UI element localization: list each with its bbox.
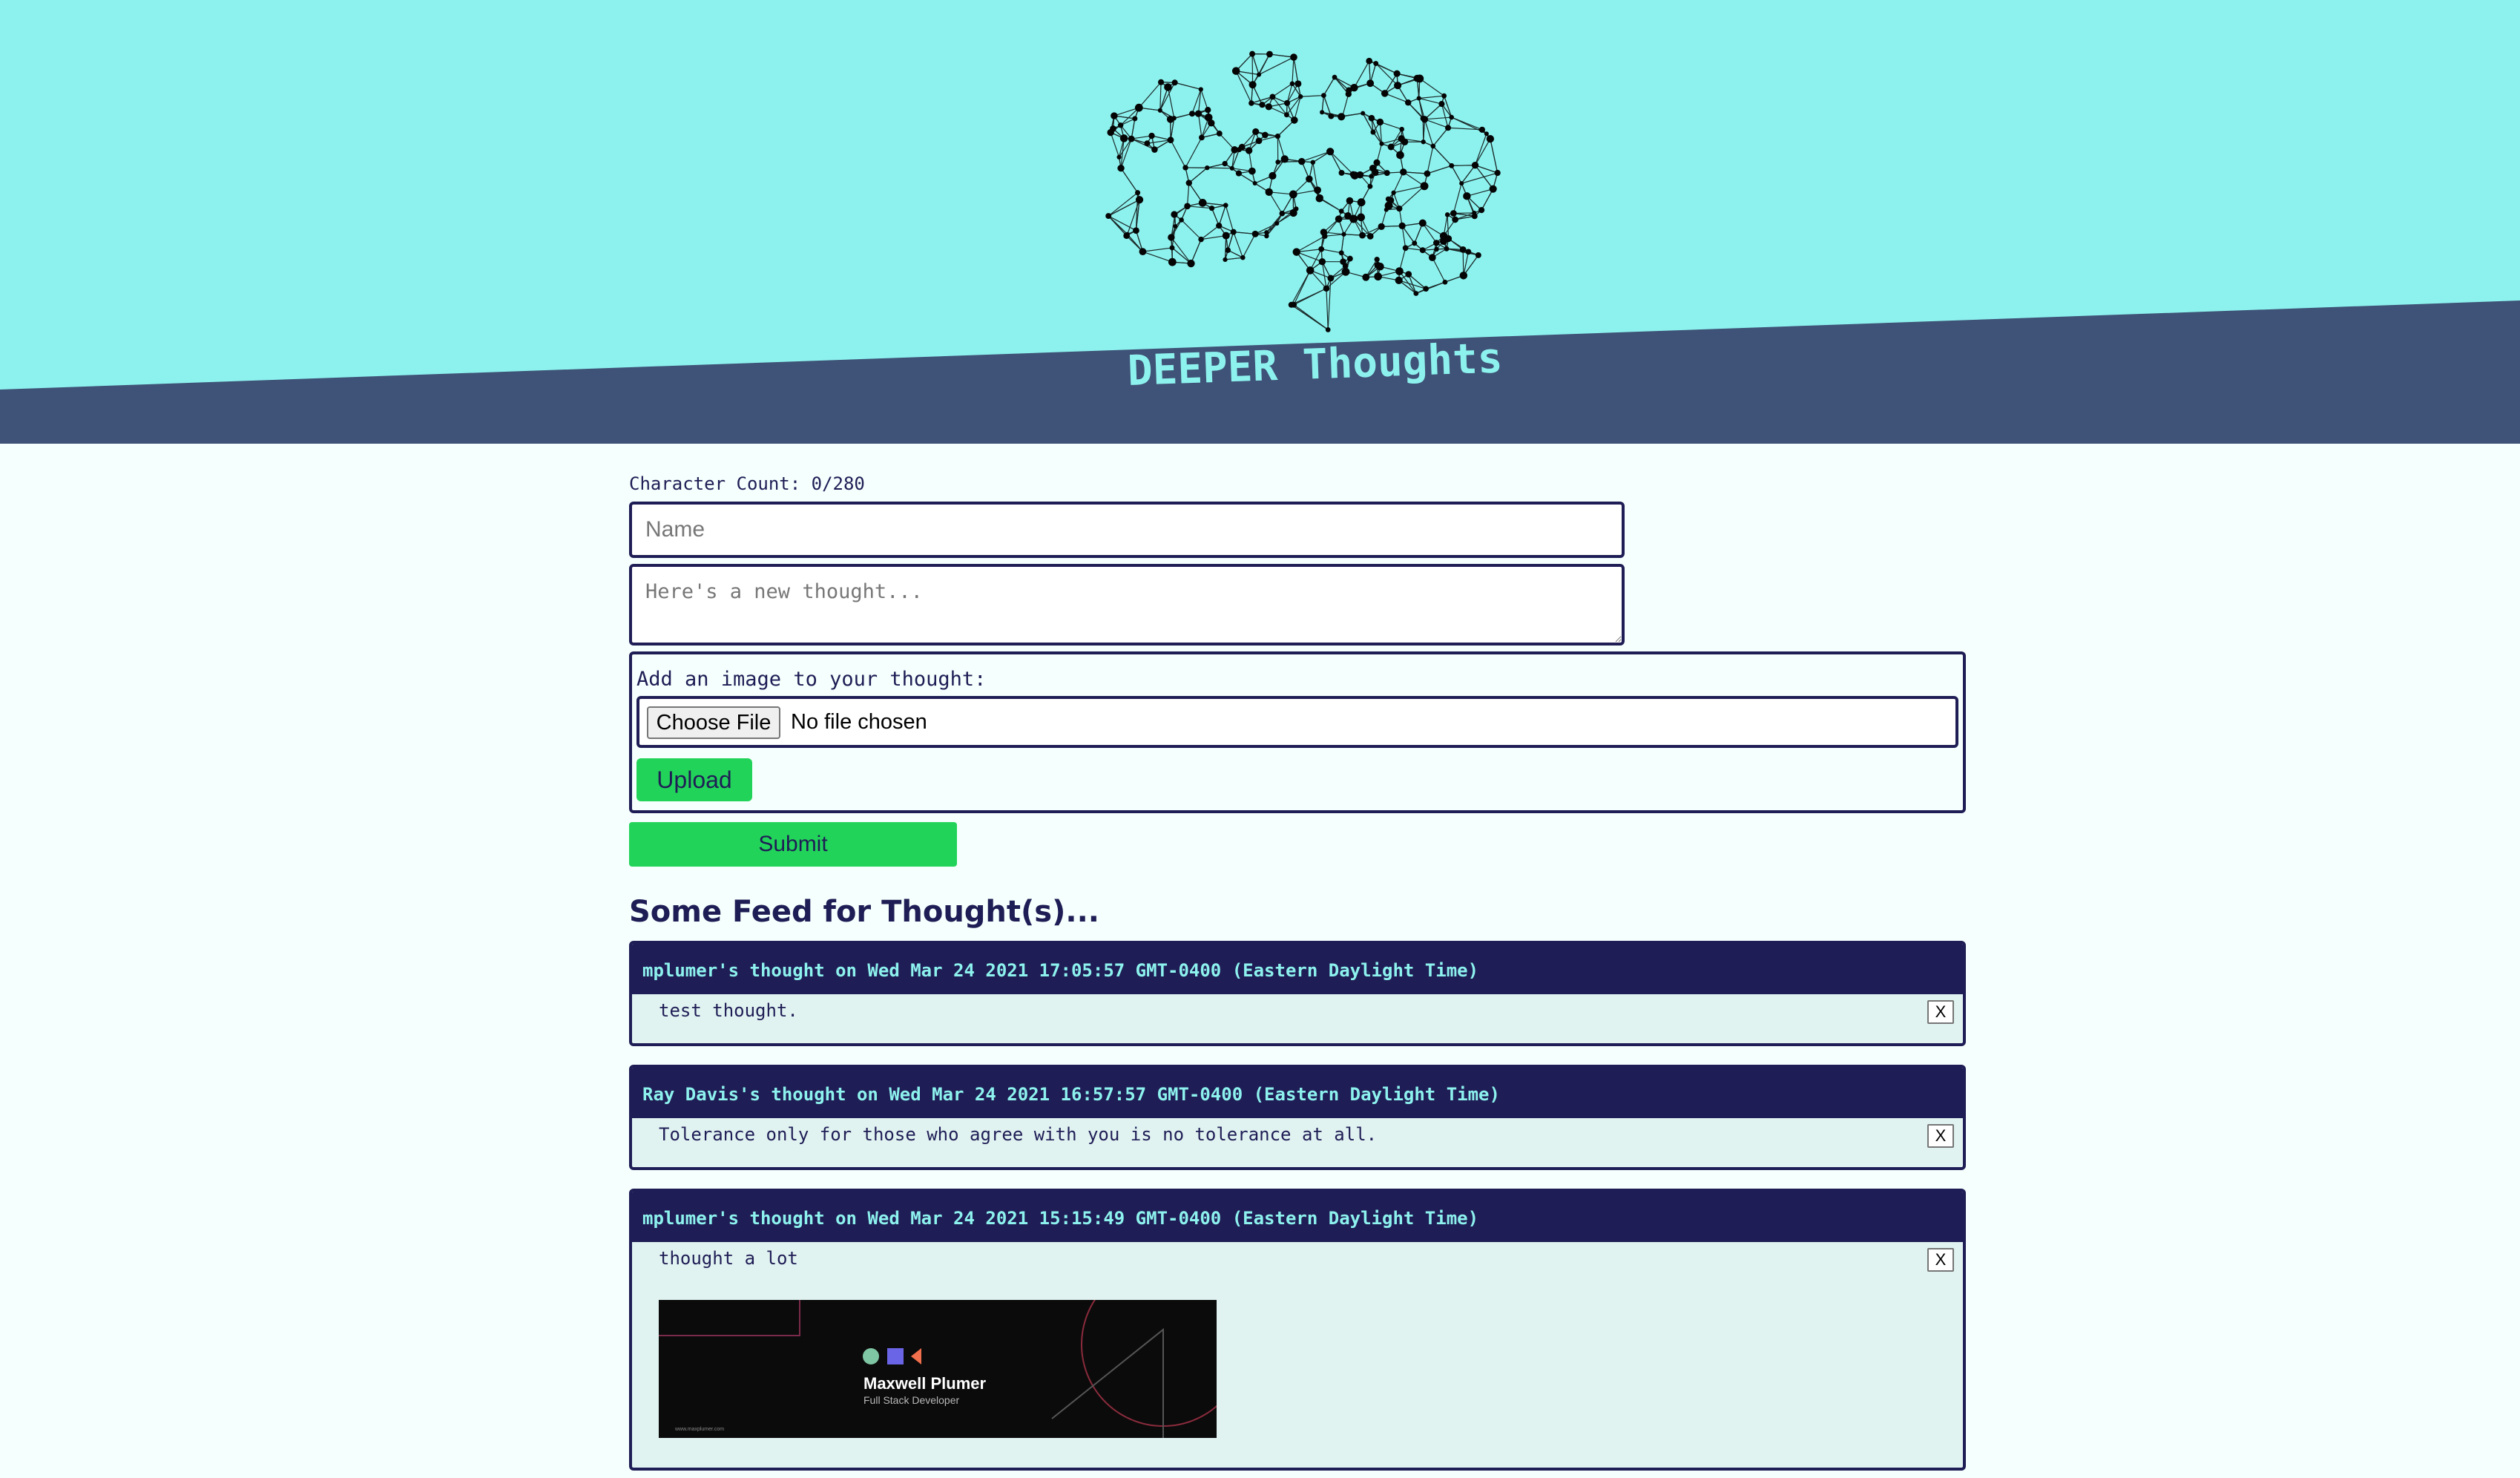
upload-button[interactable]: Upload	[636, 758, 752, 801]
banner-name: Maxwell Plumer	[863, 1374, 987, 1393]
delete-thought-button[interactable]: X	[1927, 1248, 1954, 1272]
thought-heading: mplumer's thought on Wed Mar 24 2021 17:…	[632, 944, 1963, 994]
square-shape-icon	[887, 1348, 904, 1364]
thought-text: test thought.	[659, 1000, 798, 1021]
submit-button[interactable]: Submit	[629, 822, 957, 867]
brain-network-logo	[1105, 50, 1501, 332]
thought-card: Ray Davis's thought on Wed Mar 24 2021 1…	[629, 1065, 1966, 1170]
choose-file-button[interactable]: Choose File	[647, 706, 780, 739]
name-input[interactable]	[629, 502, 1625, 558]
thought-heading: Ray Davis's thought on Wed Mar 24 2021 1…	[632, 1068, 1963, 1118]
character-count: Character Count: 0/280	[629, 473, 865, 494]
file-status: No file chosen	[791, 710, 927, 734]
thought-heading: mplumer's thought on Wed Mar 24 2021 15:…	[632, 1192, 1963, 1242]
thought-card: mplumer's thought on Wed Mar 24 2021 15:…	[629, 1189, 1966, 1471]
image-upload-panel: Add an image to your thought: Choose Fil…	[629, 651, 1966, 813]
site-header: DEEPER Thoughts	[0, 0, 2520, 444]
file-input[interactable]: Choose File No file chosen	[636, 696, 1958, 748]
banner-subtitle: Full Stack Developer	[863, 1394, 960, 1406]
delete-thought-button[interactable]: X	[1927, 1124, 1954, 1148]
image-upload-label: Add an image to your thought:	[636, 668, 987, 691]
circle-shape-icon	[863, 1348, 879, 1364]
thought-textarea[interactable]	[629, 564, 1625, 646]
banner-graphic: Maxwell Plumer Full Stack Developer www.…	[659, 1300, 1217, 1438]
delete-thought-button[interactable]: X	[1927, 1000, 1954, 1024]
thought-text: Tolerance only for those who agree with …	[659, 1124, 1378, 1145]
thought-image: Maxwell Plumer Full Stack Developer www.…	[659, 1300, 1217, 1438]
banner-url: www.maxplumer.com	[674, 1427, 724, 1432]
thought-card: mplumer's thought on Wed Mar 24 2021 17:…	[629, 941, 1966, 1046]
thought-text: thought a lot	[659, 1248, 798, 1269]
feed-title: Some Feed for Thought(s)...	[629, 895, 1099, 929]
